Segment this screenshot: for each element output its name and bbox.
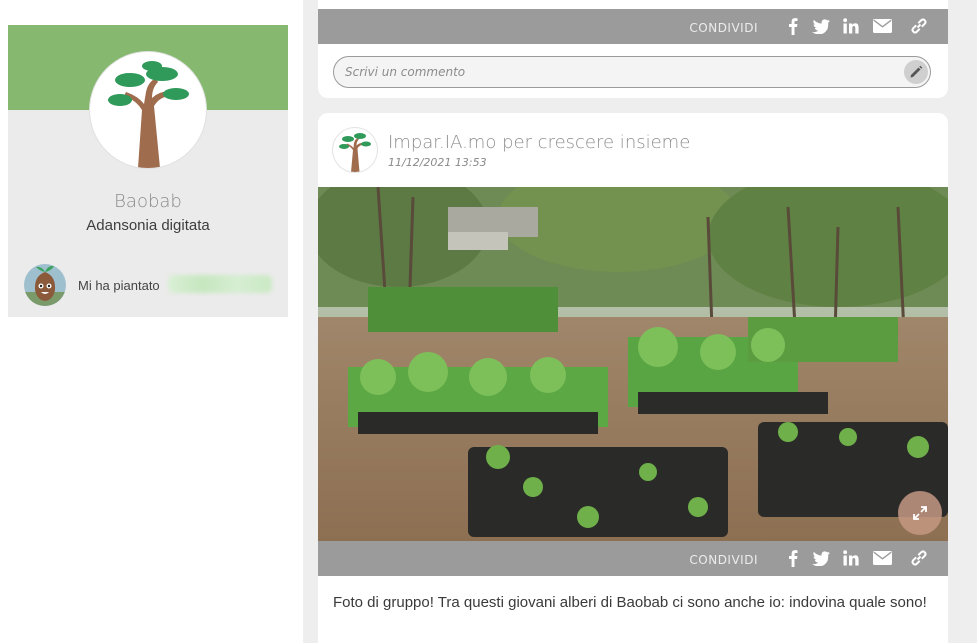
link-icon[interactable]: [908, 16, 930, 36]
post-date: 11/12/2021 13:53: [388, 156, 487, 169]
planted-by-label: Mi ha piantato: [78, 278, 160, 293]
post-author-avatar[interactable]: [333, 128, 377, 172]
seed-character-icon: [24, 265, 66, 306]
tree-profile-card: Baobab Adansonia digitata Mi ha piantato: [8, 25, 288, 317]
linkedin-icon[interactable]: [840, 16, 862, 36]
post-title[interactable]: Impar.IA.mo per crescere insieme: [388, 132, 690, 153]
planter-name-blurred[interactable]: [168, 275, 272, 293]
pencil-icon[interactable]: [904, 60, 928, 84]
planter-avatar[interactable]: [24, 264, 66, 306]
expand-icon[interactable]: [898, 491, 942, 535]
baobab-tree-icon: [108, 61, 189, 168]
baobab-tree-icon: [339, 133, 371, 172]
tree-species: Adansonia digitata: [86, 217, 210, 234]
comment-input[interactable]: [333, 56, 931, 88]
share-bar: CONDIVIDI: [318, 9, 948, 44]
tree-name: Baobab: [114, 191, 182, 212]
post-photo-nursery[interactable]: [318, 187, 948, 541]
facebook-icon[interactable]: [782, 548, 804, 568]
share-label: CONDIVIDI: [689, 553, 758, 567]
facebook-icon[interactable]: [782, 16, 804, 36]
post-text: Foto di gruppo! Tra questi giovani alber…: [333, 594, 927, 611]
baobab-tree-avatar: [90, 52, 206, 168]
linkedin-icon[interactable]: [840, 548, 862, 568]
share-bar: CONDIVIDI: [318, 541, 948, 576]
tree-nursery-photo: [318, 187, 948, 541]
email-icon[interactable]: [871, 16, 893, 36]
link-icon[interactable]: [908, 548, 930, 568]
previous-post-card: CONDIVIDI: [318, 0, 948, 98]
post-card: Impar.IA.mo per crescere insieme 11/12/2…: [318, 113, 948, 643]
email-icon[interactable]: [871, 548, 893, 568]
twitter-icon[interactable]: [810, 548, 832, 568]
share-label: CONDIVIDI: [689, 21, 758, 35]
twitter-icon[interactable]: [810, 16, 832, 36]
